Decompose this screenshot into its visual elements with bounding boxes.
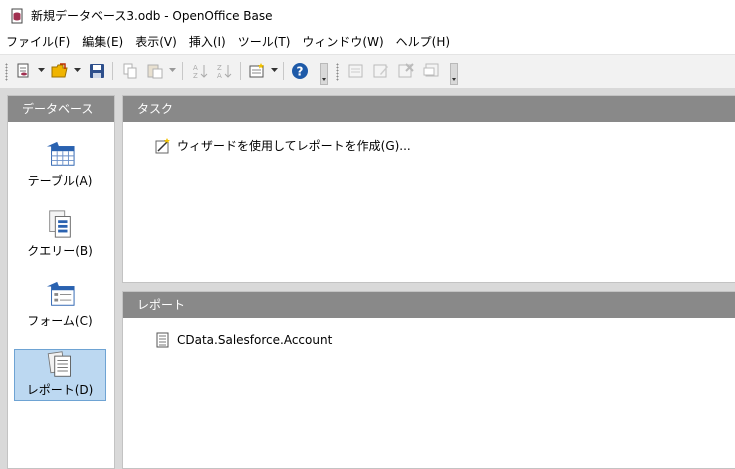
toolbar-separator <box>283 62 284 80</box>
paste-icon <box>147 64 163 79</box>
toolbar-overflow-button[interactable] <box>450 63 458 85</box>
database-panel: データベース テーブル(A) クエリー(B) フォーム(C) レポート(D) <box>7 95 115 469</box>
wizard-icon <box>155 137 170 153</box>
menu-view[interactable]: 表示(V) <box>129 31 183 53</box>
svg-text:A: A <box>217 72 222 80</box>
edit-icon <box>373 64 388 78</box>
report-document-icon <box>156 332 169 348</box>
tasks-panel-header: タスク <box>123 96 735 122</box>
open-dropdown-icon[interactable] <box>74 68 81 74</box>
save-icon <box>90 64 104 78</box>
svg-text:?: ? <box>297 65 304 79</box>
help-icon: ? <box>292 63 308 79</box>
standard-toolbar: A Z Z A ? <box>0 54 735 89</box>
menu-tools[interactable]: ツール(T) <box>232 31 297 53</box>
save-button[interactable] <box>87 61 107 81</box>
help-button[interactable]: ? <box>290 61 310 81</box>
rename-button[interactable] <box>421 61 441 81</box>
delete-button[interactable] <box>396 61 416 81</box>
toolbar-separator <box>240 62 241 80</box>
openoffice-base-app-icon <box>11 8 23 23</box>
toolbar-separator <box>182 62 183 80</box>
new-document-button[interactable] <box>14 61 34 81</box>
svg-text:Z: Z <box>217 64 222 72</box>
database-item-queries[interactable]: クエリー(B) <box>14 209 106 261</box>
paste-dropdown-icon[interactable] <box>169 68 176 74</box>
tasks-panel: タスク ウィザードを使用してレポートを作成(G)... <box>122 95 735 283</box>
menu-bar: ファイル(F) 編集(E) 表示(V) 挿入(I) ツール(T) ウィンドウ(W… <box>0 31 735 53</box>
toolbar-separator <box>112 62 113 80</box>
menu-help[interactable]: ヘルプ(H) <box>390 31 456 53</box>
report-icon <box>47 351 71 377</box>
sort-ascending-icon: A Z <box>193 64 208 80</box>
database-item-label: テーブル(A) <box>27 174 93 188</box>
open-folder-icon <box>51 63 68 78</box>
copy-icon <box>123 63 137 79</box>
edit-button[interactable] <box>371 61 391 81</box>
delete-icon <box>398 63 414 78</box>
database-item-reports[interactable]: レポート(D) <box>14 349 106 401</box>
new-document-dropdown-icon[interactable] <box>38 68 45 74</box>
main-area: データベース テーブル(A) クエリー(B) フォーム(C) レポート(D) タ… <box>0 88 735 469</box>
database-item-label: クエリー(B) <box>27 244 93 258</box>
toolbar-overflow-button[interactable] <box>320 63 328 85</box>
menu-insert[interactable]: 挿入(I) <box>183 31 232 53</box>
report-item[interactable]: CData.Salesforce.Account <box>155 332 332 348</box>
reports-panel: レポート CData.Salesforce.Account <box>122 291 735 469</box>
copy-button[interactable] <box>120 61 140 81</box>
menu-edit[interactable]: 編集(E) <box>76 31 129 53</box>
task-create-report-wizard[interactable]: ウィザードを使用してレポートを作成(G)... <box>155 137 411 154</box>
window-title: 新規データベース3.odb - OpenOffice Base <box>31 9 273 23</box>
reports-panel-header: レポート <box>123 292 735 318</box>
new-document-icon <box>17 63 29 78</box>
rename-icon <box>423 63 439 77</box>
database-item-label: レポート(D) <box>26 383 94 397</box>
open-object-icon <box>348 64 363 78</box>
query-icon <box>49 210 71 238</box>
form-wizard-icon <box>249 63 264 78</box>
menu-file[interactable]: ファイル(F) <box>0 31 76 53</box>
sort-descending-button[interactable]: Z A <box>214 61 234 81</box>
title-bar: 新規データベース3.odb - OpenOffice Base <box>0 0 735 31</box>
database-item-tables[interactable]: テーブル(A) <box>14 139 106 191</box>
open-object-button[interactable] <box>346 61 366 81</box>
form-wizard-button[interactable] <box>247 61 267 81</box>
database-panel-header: データベース <box>8 96 114 122</box>
paste-button[interactable] <box>145 61 165 81</box>
database-item-forms[interactable]: フォーム(C) <box>14 279 106 331</box>
database-item-label: フォーム(C) <box>27 314 93 328</box>
svg-text:Z: Z <box>193 72 198 80</box>
toolbar-grip[interactable] <box>5 63 8 81</box>
sort-ascending-button[interactable]: A Z <box>190 61 210 81</box>
report-label: CData.Salesforce.Account <box>177 333 333 347</box>
form-wizard-dropdown-icon[interactable] <box>271 68 278 74</box>
menu-window[interactable]: ウィンドウ(W) <box>296 31 389 53</box>
open-button[interactable] <box>50 61 70 81</box>
table-icon <box>46 141 75 166</box>
svg-text:A: A <box>193 64 198 72</box>
task-label: ウィザードを使用してレポートを作成(G)... <box>177 139 411 153</box>
form-icon <box>46 281 75 306</box>
sort-descending-icon: Z A <box>217 64 232 80</box>
toolbar-grip[interactable] <box>336 63 339 81</box>
